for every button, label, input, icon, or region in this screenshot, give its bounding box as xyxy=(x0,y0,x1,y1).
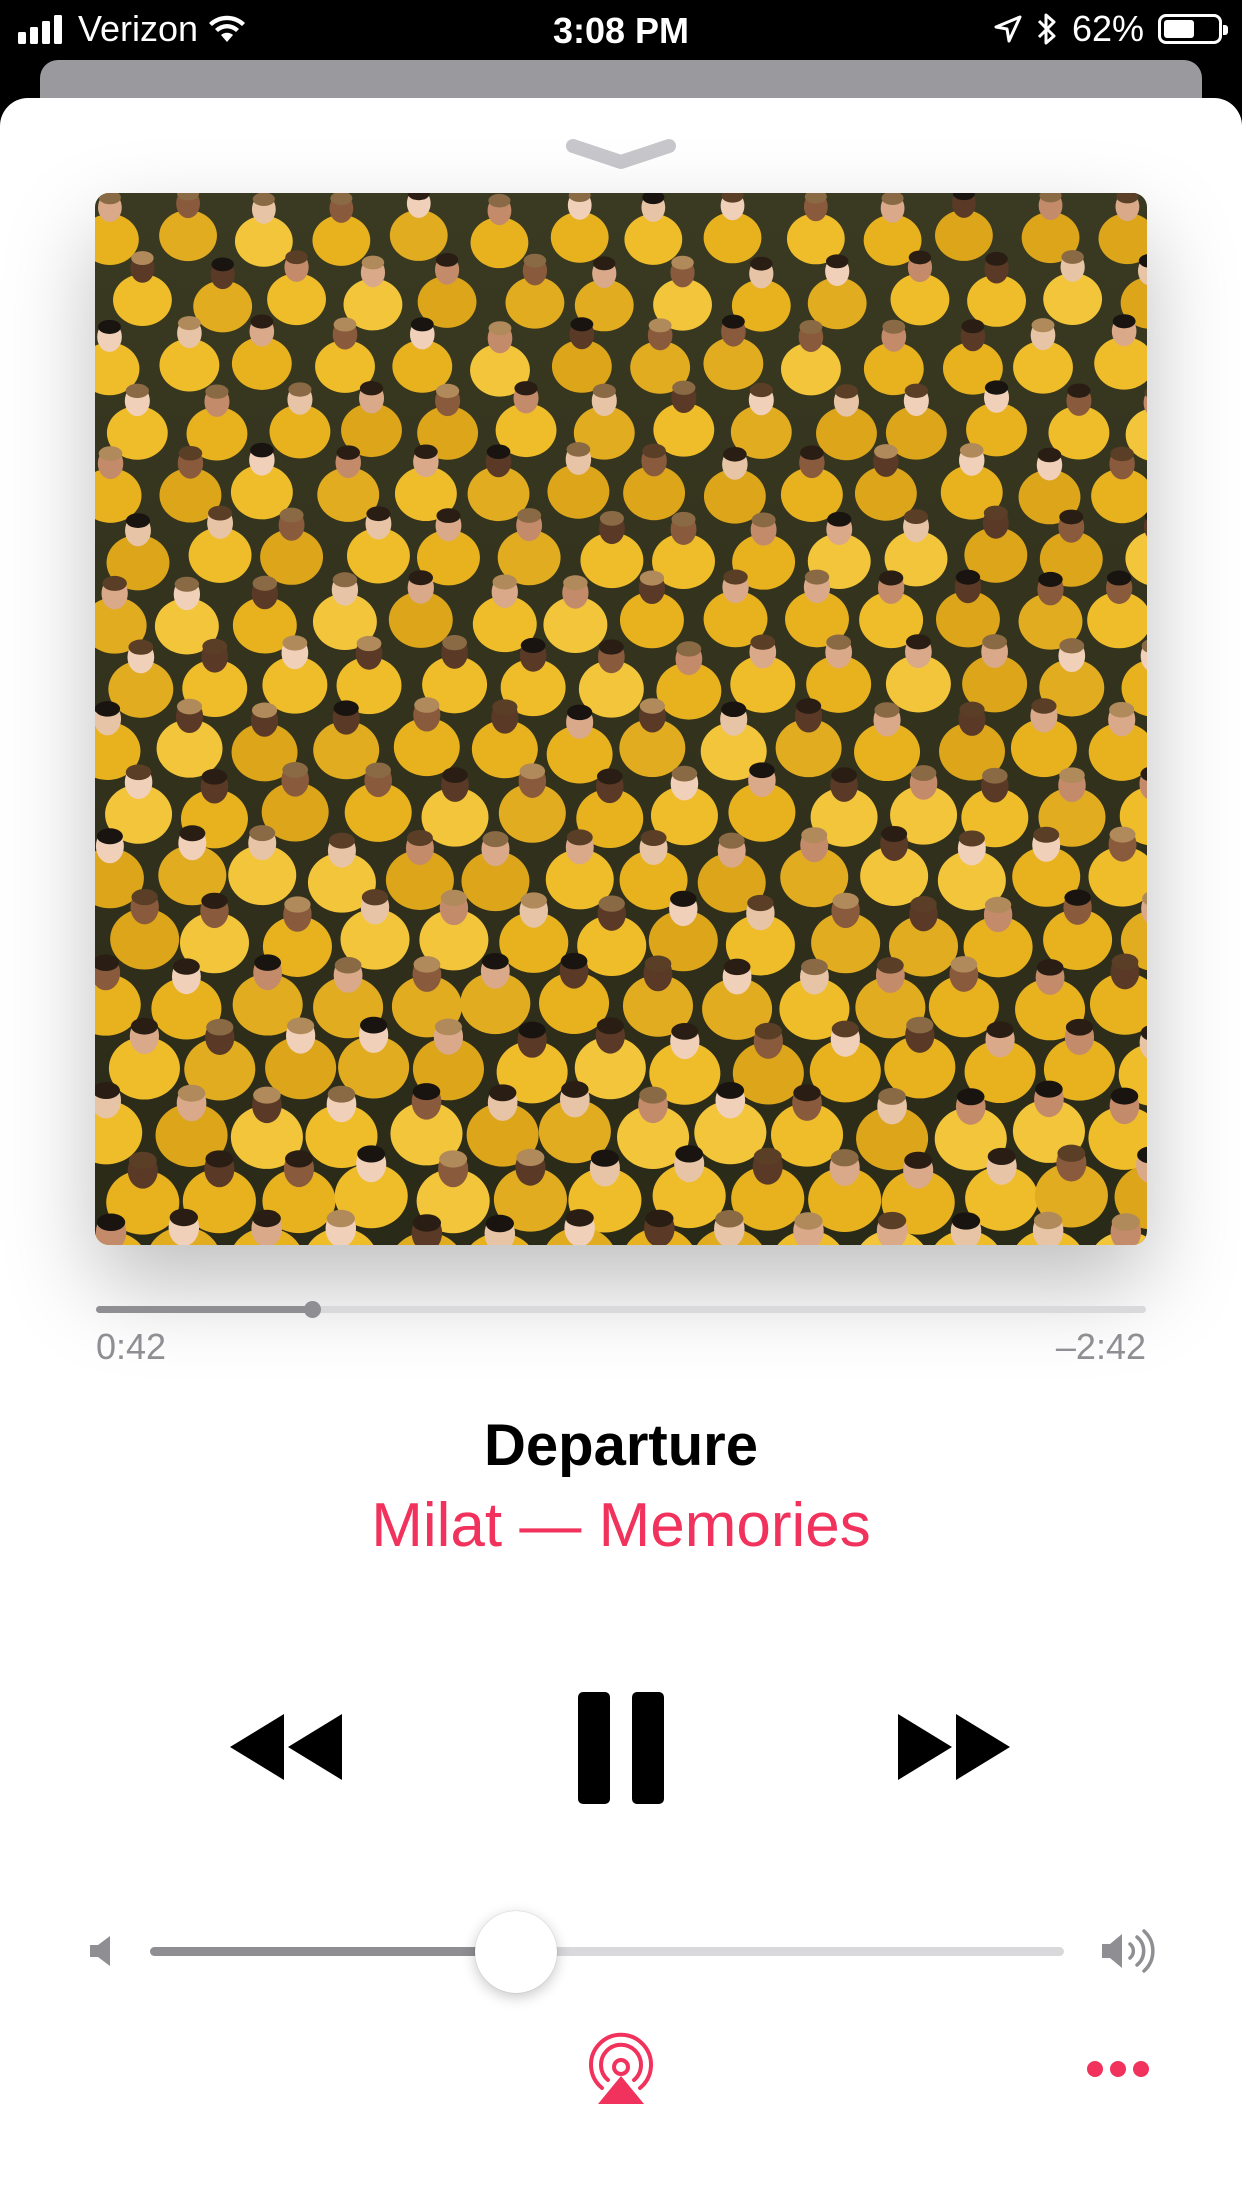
status-bar: Verizon 3:08 PM 62% xyxy=(0,0,1242,60)
volume-knob[interactable] xyxy=(474,1911,557,1993)
rewind-icon[interactable] xyxy=(228,1712,344,1782)
song-title: Departure xyxy=(484,1413,758,1478)
battery-tip xyxy=(1223,25,1228,35)
speaker-icon xyxy=(90,1936,110,1966)
more-ellipsis-icon[interactable] xyxy=(1086,2056,1150,2082)
bluetooth-icon xyxy=(1037,13,1056,45)
speaker-loud-icon xyxy=(1102,1929,1155,1973)
fast-forward-icon[interactable] xyxy=(896,1712,1012,1782)
battery-percent: 62% xyxy=(1071,8,1144,49)
status-right: 62% xyxy=(994,8,1228,50)
volume-fill xyxy=(150,1947,516,1956)
elapsed-time: 0:42 xyxy=(96,1326,167,1367)
location-arrow-icon xyxy=(994,15,1022,43)
playback-scrubber[interactable] xyxy=(96,1301,1146,1318)
remaining-time: –2:42 xyxy=(1055,1326,1146,1367)
chevron-down-icon[interactable] xyxy=(565,138,677,174)
battery-fill xyxy=(1164,20,1194,38)
volume-slider[interactable] xyxy=(150,1911,1064,1993)
scrubber-fill xyxy=(96,1306,313,1313)
album-artwork xyxy=(95,193,1147,1245)
battery-icon xyxy=(1158,14,1228,44)
airplay-icon[interactable] xyxy=(584,2032,658,2106)
artist-album[interactable]: Milat — Memories xyxy=(0,1490,1242,1561)
pause-icon[interactable] xyxy=(578,1692,664,1804)
